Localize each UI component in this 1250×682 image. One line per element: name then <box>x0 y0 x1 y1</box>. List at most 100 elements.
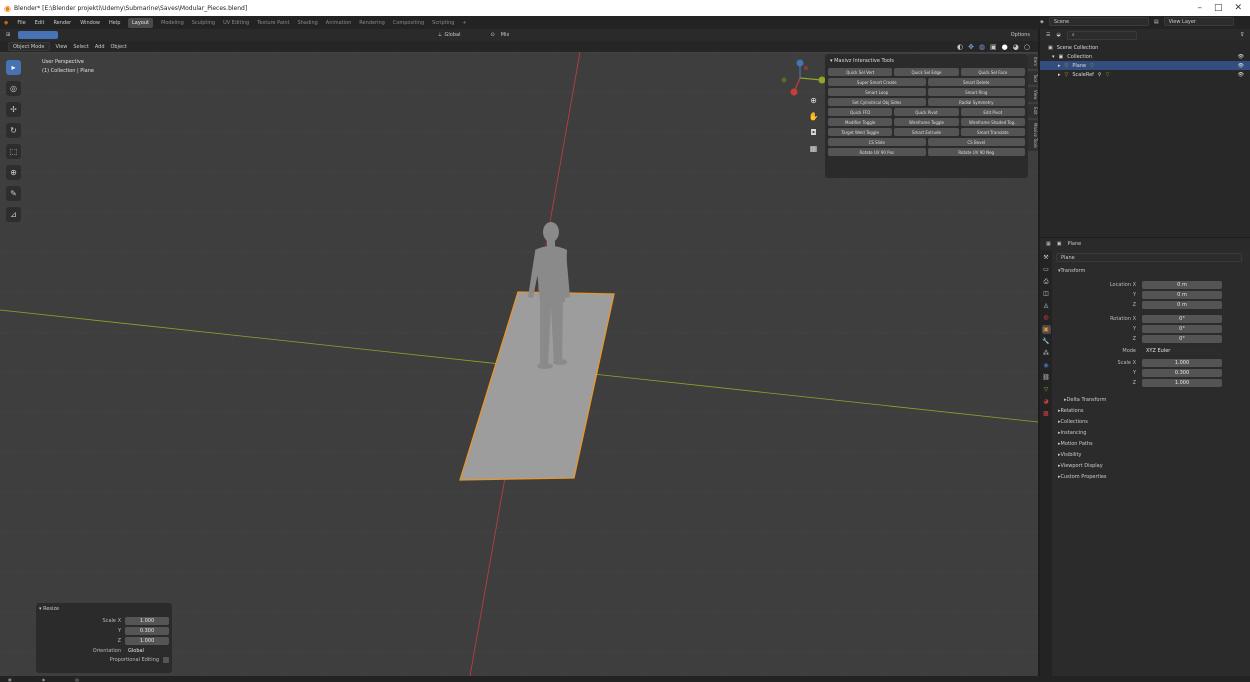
visibility-section[interactable]: ▸ Visibility <box>1052 449 1250 460</box>
menu-window[interactable]: Window <box>80 20 100 26</box>
orientation-dropdown[interactable]: Global <box>445 32 461 38</box>
tool-button-quick-ffd[interactable]: Quick FFD <box>828 108 893 116</box>
scale-y-field[interactable]: 0.300 <box>1142 369 1222 377</box>
orientation-field[interactable]: Global <box>125 647 169 655</box>
tools-panel-title[interactable]: ▾ Maxivz Interactive Tools <box>828 57 1025 68</box>
view-layer-field[interactable]: View Layer <box>1163 17 1234 26</box>
zoom-icon[interactable]: ⊕ <box>808 96 819 107</box>
menu-view[interactable]: View <box>56 44 68 50</box>
tab-maxivz-tools[interactable]: Maxivz Tools <box>1028 120 1038 152</box>
tab-sculpting[interactable]: Sculpting <box>192 20 215 26</box>
tool-button-set-cylindrical-obj-sides[interactable]: Set Cylindrical Obj Sides <box>828 98 926 106</box>
render-tab-icon[interactable]: ▭ <box>1042 265 1051 274</box>
move-icon[interactable]: ✢ <box>6 102 21 117</box>
tool-button-rotate-uv-90-neg[interactable]: Rotate UV 90 Neg <box>927 148 1025 156</box>
menu-object[interactable]: Object <box>111 44 127 50</box>
blender-menu-icon[interactable]: ◉ <box>4 20 8 26</box>
tool-button-cs-slide[interactable]: CS Slide <box>828 138 926 146</box>
shading-rendered-icon[interactable]: ○ <box>1024 43 1030 51</box>
relations-section[interactable]: ▸ Relations <box>1052 405 1250 416</box>
tool-button-smart-ring[interactable]: Smart Ring <box>927 88 1025 96</box>
tab-layout[interactable]: Layout <box>128 18 153 28</box>
collections-section[interactable]: ▸ Collections <box>1052 416 1250 427</box>
add-workspace-icon[interactable]: + <box>462 20 466 26</box>
viewport-display-section[interactable]: ▸ Viewport Display <box>1052 460 1250 471</box>
outliner-filter-icon[interactable]: ⊽ <box>1240 32 1244 38</box>
rotate-icon[interactable]: ↻ <box>6 123 21 138</box>
tab-item[interactable]: Item <box>1028 54 1038 70</box>
scale-icon[interactable]: ⬚ <box>6 144 21 159</box>
tab-scripting[interactable]: Scripting <box>432 20 454 26</box>
tool-button-quick-pivot[interactable]: Quick Pivot <box>894 108 959 116</box>
tool-button-rotate-uv-90-pos[interactable]: Rotate UV 90 Pos <box>828 148 926 156</box>
physics-tab-icon[interactable]: ◉ <box>1042 361 1051 370</box>
constraints-tab-icon[interactable]: ⛓ <box>1042 373 1051 382</box>
navigation-gizmo[interactable] <box>780 58 830 106</box>
camera-icon[interactable]: ◘ <box>808 128 819 139</box>
tab-rendering[interactable]: Rendering <box>359 20 385 26</box>
menu-render[interactable]: Render <box>53 20 71 26</box>
tab-uv-editing[interactable]: UV Editing <box>223 20 249 26</box>
xray-icon[interactable]: ▣ <box>990 43 997 51</box>
expand-icon[interactable]: ▸ <box>1058 63 1061 69</box>
orientation-icon[interactable]: ⟂ <box>438 32 441 38</box>
modifier-tab-icon[interactable]: 🔧 <box>1042 337 1051 346</box>
properties-editor-icon[interactable]: ▦ <box>1046 241 1051 247</box>
tool-button-wireframe-shaded-tog[interactable]: Wireframe Shaded Tog.. <box>960 118 1025 126</box>
outliner-row-scaleref[interactable]: ▸ ▽ ScaleRef ⚲ ▽ 👁 <box>1040 70 1250 79</box>
rotation-y-field[interactable]: 0° <box>1142 325 1222 333</box>
options-dropdown[interactable]: Options <box>1011 32 1030 38</box>
outliner-editor-icon[interactable]: ☰ <box>1046 32 1050 38</box>
tool-button-quick-sel-vert[interactable]: Quick Sel Vert <box>828 68 893 76</box>
location-x-field[interactable]: 0 m <box>1142 281 1222 289</box>
shading-material-icon[interactable]: ◕ <box>1013 43 1019 51</box>
resize-title[interactable]: ▾ Resize <box>39 606 169 612</box>
tool-button-modifier-toggle[interactable]: Modifier Toggle <box>828 118 893 126</box>
custom-properties-section[interactable]: ▸ Custom Properties <box>1052 471 1250 482</box>
world-tab-icon[interactable]: ◍ <box>1042 313 1051 322</box>
snap-icon[interactable]: ⊙ <box>491 32 495 38</box>
outliner-row-scene-collection[interactable]: ▣ Scene Collection <box>1040 43 1250 52</box>
tool-tab-icon[interactable]: ⚒ <box>1042 253 1051 262</box>
resize-scale-x-field[interactable]: 1.000 <box>125 617 169 625</box>
mode-dropdown[interactable]: Object Mode <box>8 42 50 51</box>
tab-compositing[interactable]: Compositing <box>393 20 424 26</box>
scale-x-field[interactable]: 1.000 <box>1142 359 1222 367</box>
cursor-icon[interactable]: ◎ <box>6 81 21 96</box>
editor-type-icon[interactable]: ⊞ <box>6 32 10 38</box>
view-layer-icon[interactable]: ▤ <box>1154 19 1159 25</box>
annotate-icon[interactable]: ✎ <box>6 186 21 201</box>
tool-button-smart-loop[interactable]: Smart Loop <box>828 88 926 96</box>
motion-paths-section[interactable]: ▸ Motion Paths <box>1052 438 1250 449</box>
overlay-toggle-icon[interactable]: ◍ <box>979 43 985 51</box>
tool-button-radial-symmetry[interactable]: Radial Symmetry <box>927 98 1025 106</box>
outliner-row-plane[interactable]: ▸ ▽ Plane ▽ 👁 <box>1040 61 1250 70</box>
tab-modeling[interactable]: Modeling <box>161 20 184 26</box>
select-box-icon[interactable]: ▸ <box>6 60 21 75</box>
resize-scale-z-field[interactable]: 1.000 <box>125 637 169 645</box>
tool-button-smart-delete[interactable]: Smart Delete <box>927 78 1025 86</box>
data-tab-icon[interactable]: ▽ <box>1042 385 1051 394</box>
menu-edit[interactable]: Edit <box>35 20 45 26</box>
gizmo-x-icon[interactable] <box>790 88 798 96</box>
transform-section[interactable]: ▾ Transform <box>1052 265 1250 276</box>
menu-add[interactable]: Add <box>95 44 105 50</box>
proportional-checkbox[interactable] <box>163 657 169 663</box>
output-tab-icon[interactable]: ⎙ <box>1042 277 1051 286</box>
tab-view[interactable]: View <box>1028 86 1038 103</box>
expand-icon[interactable]: ▸ <box>1058 72 1061 78</box>
filter-icon[interactable]: ◒ <box>1056 32 1060 38</box>
tool-button-target-weld-toggle[interactable]: Target Weld Toggle <box>828 128 893 136</box>
tool-button-quick-sel-face[interactable]: Quick Sel Face <box>960 68 1025 76</box>
pan-hand-icon[interactable]: ✋ <box>808 112 819 123</box>
visibility-icon[interactable]: ◐ <box>957 43 963 51</box>
measure-icon[interactable]: ⊿ <box>6 207 21 222</box>
scene-field[interactable]: Scene <box>1048 17 1149 26</box>
outliner-row-collection[interactable]: ▾ ▣ Collection 👁 <box>1040 52 1250 61</box>
tool-button-cs-bevel[interactable]: CS Bevel <box>927 138 1025 146</box>
expand-icon[interactable]: ▾ <box>1052 54 1055 60</box>
tool-button-super-smart-create[interactable]: Super Smart Create <box>828 78 926 86</box>
rotation-z-field[interactable]: 0° <box>1142 335 1222 343</box>
outliner-search-input[interactable]: ⌕ <box>1066 30 1137 40</box>
menu-help[interactable]: Help <box>109 20 120 26</box>
